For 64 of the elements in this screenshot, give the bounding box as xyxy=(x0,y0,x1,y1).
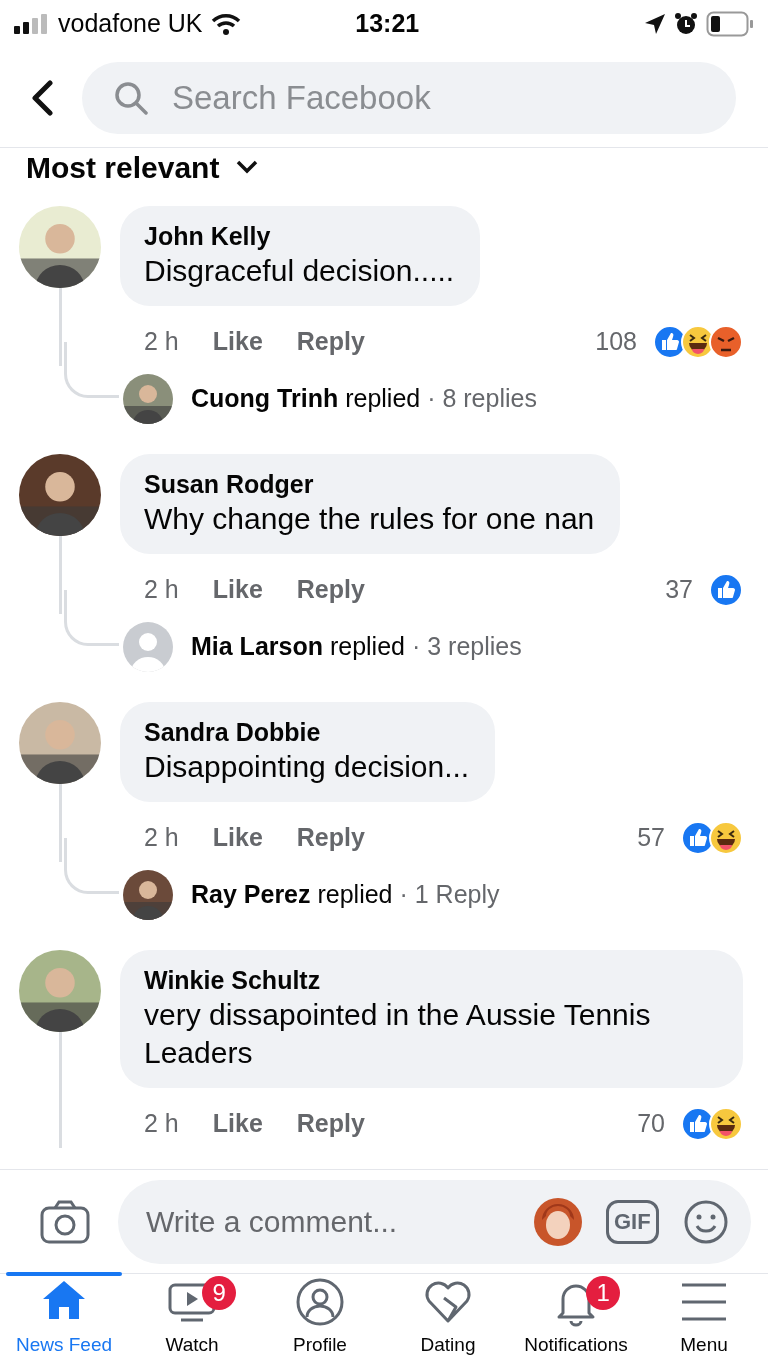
comment-time: 2 h xyxy=(144,574,179,606)
replies-link[interactable]: Ray Perez replied · 1 Reply xyxy=(191,876,500,914)
profile-icon xyxy=(295,1276,345,1327)
thumbs-up-icon xyxy=(709,573,743,607)
like-link[interactable]: Like xyxy=(212,571,263,609)
clock-time: 13:21 xyxy=(355,8,421,40)
tab[interactable]: Profile xyxy=(256,1274,384,1365)
laughing-face-icon xyxy=(709,821,743,855)
tab[interactable]: Dating xyxy=(384,1274,512,1365)
commenter-name[interactable]: Winkie Schultz xyxy=(144,964,717,996)
location-icon xyxy=(644,13,666,35)
thread-connector xyxy=(64,838,119,894)
notification-badge: 9 xyxy=(202,1276,237,1310)
gif-button[interactable]: GIF xyxy=(606,1199,659,1244)
avatar[interactable] xyxy=(123,374,173,424)
like-link[interactable]: Like xyxy=(212,819,263,857)
reaction-count: 70 xyxy=(637,1108,665,1140)
search-icon xyxy=(114,80,148,115)
replies-link[interactable]: Mia Larson replied · 3 replies xyxy=(191,628,522,666)
reaction-count: 57 xyxy=(637,822,665,854)
avatar-icon[interactable] xyxy=(534,1197,582,1246)
carrier-name: vodafone UK xyxy=(58,8,203,40)
tab[interactable]: News Feed xyxy=(0,1274,128,1365)
smiley-icon[interactable] xyxy=(682,1198,729,1245)
like-link[interactable]: Like xyxy=(212,1105,263,1143)
notification-badge: 1 xyxy=(586,1276,621,1310)
comment-time: 2 h xyxy=(144,1108,179,1140)
comment-text: Disappointing decision... xyxy=(144,749,470,785)
reaction-count: 108 xyxy=(595,326,637,358)
search-field[interactable]: Search Facebook xyxy=(170,71,570,124)
reaction-count: 37 xyxy=(665,574,693,606)
commenter-name[interactable]: Susan Rodger xyxy=(144,468,595,500)
signal-icon xyxy=(14,14,50,34)
comment-text: very dissapointed in the Aussie Tennis Leaders xyxy=(144,997,652,1071)
comment-time: 2 h xyxy=(144,326,179,358)
search-bar[interactable]: Search Facebook xyxy=(82,61,736,134)
thread-connector xyxy=(64,590,119,646)
reply-link[interactable]: Reply xyxy=(296,819,365,857)
comment-bar[interactable]: Write a comment... GIF xyxy=(118,1179,751,1264)
reply-link[interactable]: Reply xyxy=(296,571,365,609)
reply-link[interactable]: Reply xyxy=(296,1105,365,1143)
wifi-icon xyxy=(210,12,241,36)
tab[interactable]: 9 Watch xyxy=(128,1274,256,1365)
tab[interactable]: Menu xyxy=(640,1274,768,1365)
like-link[interactable]: Like xyxy=(212,323,263,361)
alarm-icon xyxy=(674,12,698,36)
chevron-down-icon[interactable] xyxy=(235,159,260,175)
tab[interactable]: 1 Notifications xyxy=(512,1274,640,1365)
comment-text: Why change the rules for one nan xyxy=(144,501,595,537)
commenter-name[interactable]: Sandra Dobbie xyxy=(144,716,470,748)
comment-text: Disgraceful decision..... xyxy=(144,253,455,289)
avatar[interactable] xyxy=(123,870,173,920)
reply-link[interactable]: Reply xyxy=(296,323,365,361)
sort-dropdown[interactable]: Most relevant xyxy=(26,150,220,186)
battery-icon xyxy=(706,11,754,37)
camera-icon[interactable] xyxy=(40,1199,90,1244)
laughing-face-icon xyxy=(709,1107,743,1141)
angry-face-icon xyxy=(709,325,743,359)
commenter-name[interactable]: John Kelly xyxy=(144,220,455,252)
comment-time: 2 h xyxy=(144,822,179,854)
replies-link[interactable]: Cuong Trinh replied · 8 replies xyxy=(191,380,537,418)
comment-field[interactable]: Write a comment... xyxy=(144,1198,534,1245)
thread-connector xyxy=(64,342,119,398)
back-icon[interactable] xyxy=(30,79,54,116)
